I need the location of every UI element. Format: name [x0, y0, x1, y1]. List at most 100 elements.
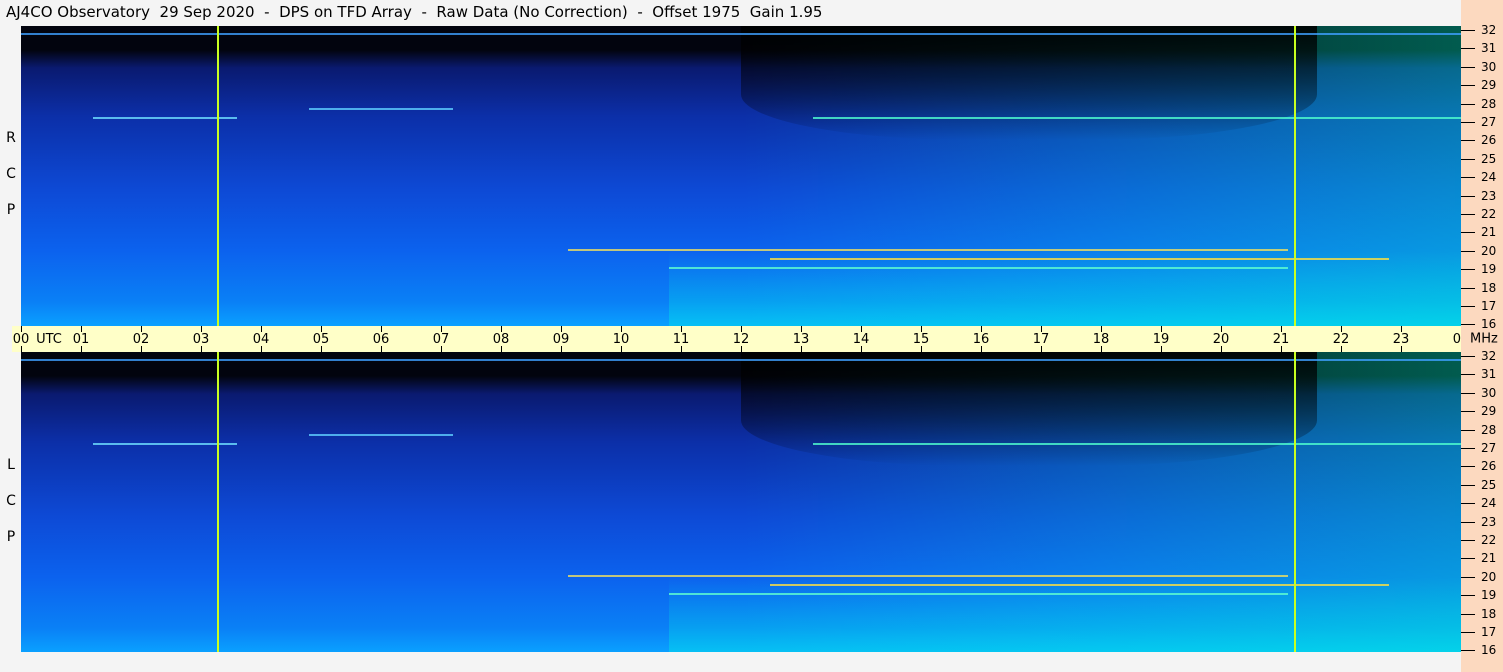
freq-tick	[1461, 374, 1475, 376]
lcp-spectrogram	[21, 352, 1461, 652]
freq-tick-label: 28	[1481, 96, 1497, 111]
time-tick	[501, 346, 502, 352]
signal-band	[93, 117, 237, 119]
time-tick-label: 17	[1032, 332, 1050, 347]
freq-tick-label: 23	[1481, 514, 1497, 529]
signal-band	[669, 593, 1289, 595]
freq-tick-label: 29	[1481, 78, 1497, 93]
freq-tick-label: 26	[1481, 133, 1497, 148]
lcp-letter: P	[6, 529, 16, 545]
signal-band	[813, 443, 1461, 445]
freq-tick	[1461, 448, 1475, 449]
signal-band	[21, 359, 1461, 361]
time-tick	[801, 346, 802, 352]
time-tick	[381, 326, 382, 332]
time-tick	[1161, 346, 1162, 352]
freq-tick	[1461, 521, 1475, 523]
time-tick	[681, 346, 682, 352]
time-tick	[561, 326, 562, 332]
time-tick	[741, 326, 742, 332]
time-tick-label: 09	[552, 332, 570, 347]
freq-tick	[1461, 232, 1475, 234]
freq-tick-label: 20	[1481, 569, 1497, 584]
freq-tick	[1461, 558, 1475, 560]
freq-tick-label: 30	[1481, 59, 1497, 74]
freq-tick-label: 16	[1481, 643, 1497, 658]
time-tick	[321, 326, 322, 332]
time-tick	[741, 346, 742, 352]
freq-tick-label: 24	[1481, 170, 1497, 185]
signal-band	[568, 575, 1289, 577]
freq-tick	[1461, 30, 1475, 31]
freq-tick-label: 24	[1481, 496, 1497, 511]
freq-tick-label: 25	[1481, 477, 1497, 492]
freq-tick	[1461, 356, 1475, 357]
signal-band	[769, 258, 1389, 260]
time-tick	[621, 326, 622, 332]
time-tick-label: 23	[1392, 332, 1410, 347]
time-tick-label: 02	[132, 332, 150, 347]
time-tick-label: 15	[912, 332, 930, 347]
freq-tick-label: 21	[1481, 551, 1497, 566]
freq-tick	[1461, 540, 1475, 541]
time-tick	[441, 346, 442, 352]
time-tick	[381, 346, 382, 352]
freq-tick-label: 26	[1481, 459, 1497, 474]
time-tick	[441, 326, 442, 332]
freq-tick	[1461, 484, 1475, 486]
time-tick	[261, 326, 262, 332]
freq-tick-label: 18	[1481, 606, 1497, 621]
chart-title: AJ4CO Observatory 29 Sep 2020 - DPS on T…	[6, 3, 823, 21]
time-tick	[81, 326, 82, 332]
time-tick-label: 07	[432, 332, 450, 347]
time-marker-line	[216, 352, 219, 652]
freq-tick-label: 19	[1481, 588, 1497, 603]
freq-tick-label: 28	[1481, 422, 1497, 437]
time-tick-label: 03	[192, 332, 210, 347]
time-tick	[261, 346, 262, 352]
freq-tick	[1461, 324, 1475, 326]
time-marker-line	[1293, 26, 1296, 326]
time-tick	[621, 346, 622, 352]
signal-band	[93, 443, 237, 445]
time-tick-label: 00	[12, 332, 30, 347]
freq-tick	[1461, 576, 1475, 578]
time-tick	[981, 326, 982, 332]
freq-tick-label: 31	[1481, 367, 1497, 382]
freq-tick-label: 19	[1481, 262, 1497, 277]
freq-tick-label: 32	[1481, 349, 1497, 363]
time-tick	[921, 346, 922, 352]
rcp-letter: C	[6, 166, 16, 182]
time-tick	[861, 326, 862, 332]
freq-tick-label: 20	[1481, 243, 1497, 258]
time-tick	[141, 346, 142, 352]
rcp-spectrogram	[21, 26, 1461, 326]
freq-tick	[1461, 158, 1475, 160]
mhz-label: MHz	[1470, 331, 1498, 347]
time-marker-line	[1293, 352, 1296, 652]
lcp-letter: L	[7, 457, 15, 473]
freq-tick	[1461, 85, 1475, 87]
freq-tick-label: 17	[1481, 299, 1497, 313]
freq-tick	[1461, 466, 1475, 468]
time-tick	[1281, 346, 1282, 352]
freq-tick	[1461, 650, 1475, 652]
freq-tick	[1461, 287, 1475, 289]
time-tick	[1041, 326, 1042, 332]
time-tick	[1101, 326, 1102, 332]
time-tick	[21, 326, 22, 332]
freq-tick-label: 27	[1481, 115, 1497, 129]
time-axis: 00 01 02 03 04 05 06 07 08 09 10 11 12 13 14 15 16 17 18 19…	[12, 326, 1470, 352]
rcp-letter: P	[6, 202, 16, 218]
freq-tick-label: 30	[1481, 385, 1497, 400]
freq-tick	[1461, 269, 1475, 271]
freq-tick	[1461, 250, 1475, 252]
freq-tick-label: 29	[1481, 404, 1497, 419]
time-tick	[861, 346, 862, 352]
freq-tick-label: 31	[1481, 41, 1497, 56]
signal-band	[568, 249, 1289, 251]
freq-tick	[1461, 595, 1475, 597]
freq-tick	[1461, 411, 1475, 413]
time-tick-label: 14	[852, 332, 870, 347]
time-tick	[561, 346, 562, 352]
